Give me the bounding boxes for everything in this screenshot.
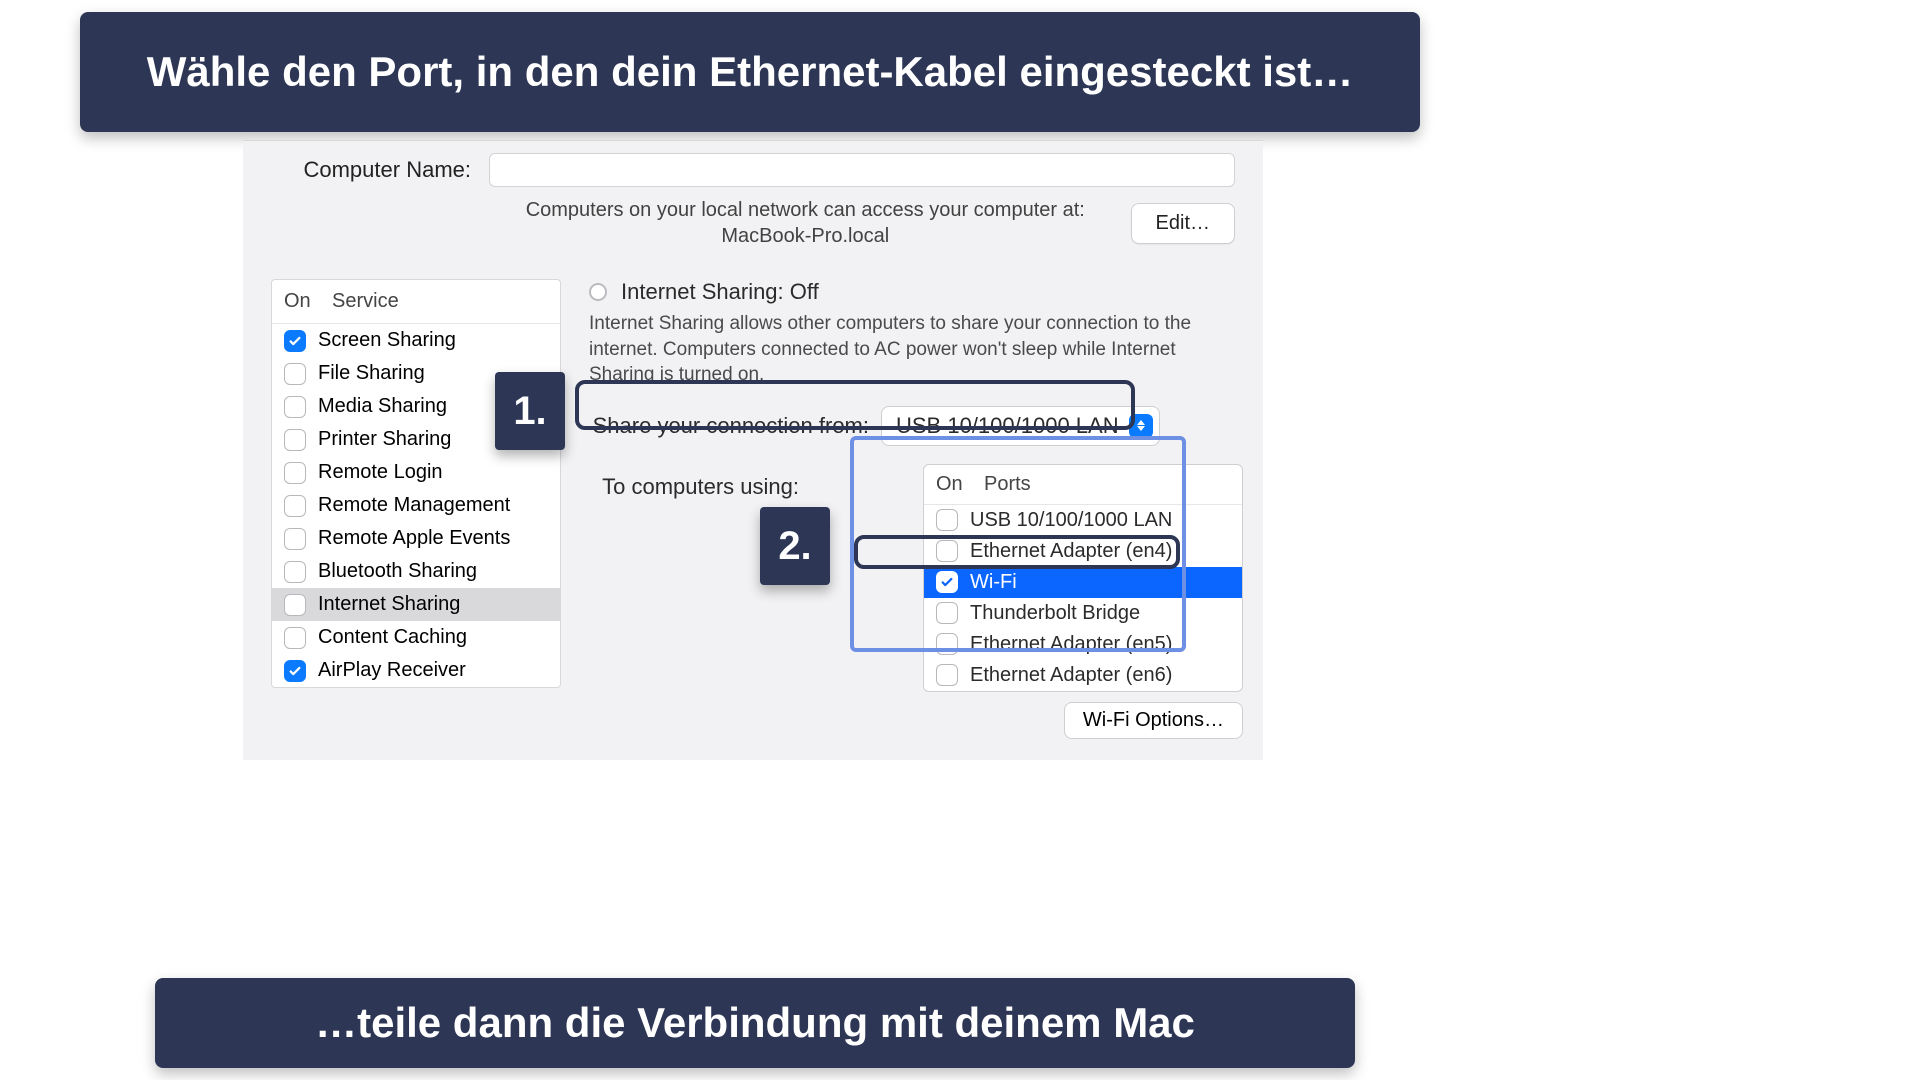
computer-name-field[interactable]	[489, 153, 1235, 187]
network-access-row: Computers on your local network can acce…	[243, 193, 1263, 269]
ports-list: On Ports USB 10/100/1000 LAN Ethernet Ada…	[923, 464, 1243, 692]
checkbox-icon[interactable]	[936, 633, 958, 655]
checkbox-icon[interactable]	[284, 363, 306, 385]
port-label: Thunderbolt Bridge	[970, 602, 1140, 625]
sharing-preferences-window: Computer Name: Computers on your local n…	[243, 140, 1263, 760]
service-row[interactable]: Internet Sharing	[272, 588, 560, 621]
detail-title-row: Internet Sharing: Off	[589, 279, 1243, 305]
service-label: Remote Management	[318, 494, 510, 517]
service-label: Remote Login	[318, 461, 443, 484]
service-label: Remote Apple Events	[318, 527, 510, 550]
detail-panel: Internet Sharing: Off Internet Sharing a…	[589, 279, 1243, 739]
port-row[interactable]: USB 10/100/1000 LAN	[924, 505, 1242, 536]
select-arrows-icon	[1129, 414, 1153, 438]
share-from-label: Share your connection from:	[589, 413, 869, 439]
service-row[interactable]: Remote Management	[272, 489, 560, 522]
share-from-select[interactable]: USB 10/100/1000 LAN	[881, 406, 1160, 446]
ports-list-header: On Ports	[924, 465, 1242, 505]
header-service: Service	[332, 290, 399, 313]
service-label: AirPlay Receiver	[318, 659, 466, 682]
checkbox-icon[interactable]	[284, 429, 306, 451]
port-label: Wi-Fi	[970, 571, 1017, 594]
annotation-bottom-text: …teile dann die Verbindung mit deinem Ma…	[315, 999, 1195, 1047]
checkbox-icon[interactable]	[936, 571, 958, 593]
port-label: Ethernet Adapter (en6)	[970, 664, 1172, 687]
checkbox-icon[interactable]	[284, 528, 306, 550]
service-label: Bluetooth Sharing	[318, 560, 477, 583]
edit-button[interactable]: Edit…	[1131, 203, 1235, 244]
annotation-top-text: Wähle den Port, in den dein Ethernet-Kab…	[147, 47, 1354, 97]
service-label: Media Sharing	[318, 395, 447, 418]
step-badge-1: 1.	[495, 372, 565, 450]
service-label: Internet Sharing	[318, 593, 460, 616]
ports-header-on: On	[936, 473, 984, 496]
checkbox-icon[interactable]	[284, 594, 306, 616]
service-label: Content Caching	[318, 626, 467, 649]
detail-description: Internet Sharing allows other computers …	[589, 311, 1243, 388]
port-label: USB 10/100/1000 LAN	[970, 509, 1172, 532]
checkbox-icon[interactable]	[284, 561, 306, 583]
header-on: On	[284, 290, 332, 313]
network-access-text: Computers on your local network can acce…	[496, 197, 1115, 249]
step1-text: 1.	[513, 389, 546, 434]
checkbox-icon[interactable]	[284, 396, 306, 418]
service-row[interactable]: Remote Apple Events	[272, 522, 560, 555]
checkbox-icon[interactable]	[284, 462, 306, 484]
service-label: Screen Sharing	[318, 329, 456, 352]
to-computers-row: To computers using: On Ports USB 10/100/…	[589, 464, 1243, 739]
checkbox-icon[interactable]	[284, 330, 306, 352]
share-from-row: Share your connection from: USB 10/100/1…	[589, 406, 1243, 446]
to-computers-label: To computers using:	[589, 464, 799, 500]
port-row[interactable]: Wi-Fi	[924, 567, 1242, 598]
service-label: File Sharing	[318, 362, 425, 385]
checkbox-icon[interactable]	[284, 660, 306, 682]
port-row[interactable]: Ethernet Adapter (en5)	[924, 629, 1242, 660]
service-label: Printer Sharing	[318, 428, 451, 451]
checkbox-icon[interactable]	[936, 540, 958, 562]
port-label: Ethernet Adapter (en4)	[970, 540, 1172, 563]
port-row[interactable]: Ethernet Adapter (en4)	[924, 536, 1242, 567]
annotation-bottom-banner: …teile dann die Verbindung mit deinem Ma…	[155, 978, 1355, 1068]
service-list-header: On Service	[272, 280, 560, 324]
checkbox-icon[interactable]	[936, 664, 958, 686]
checkbox-icon[interactable]	[936, 509, 958, 531]
service-list: On Service Screen Sharing File Sharing Med…	[271, 279, 561, 688]
port-label: Ethernet Adapter (en5)	[970, 633, 1172, 656]
content-split: On Service Screen Sharing File Sharing Med…	[243, 269, 1263, 739]
service-row[interactable]: Remote Login	[272, 456, 560, 489]
status-radio-icon	[589, 283, 607, 301]
checkbox-icon[interactable]	[284, 495, 306, 517]
checkbox-icon[interactable]	[284, 627, 306, 649]
port-row[interactable]: Thunderbolt Bridge	[924, 598, 1242, 629]
service-row[interactable]: AirPlay Receiver	[272, 654, 560, 687]
annotation-top-banner: Wähle den Port, in den dein Ethernet-Kab…	[80, 12, 1420, 132]
service-row[interactable]: Screen Sharing	[272, 324, 560, 357]
port-row[interactable]: Ethernet Adapter (en6)	[924, 660, 1242, 691]
step-badge-2: 2.	[760, 507, 830, 585]
service-row[interactable]: Bluetooth Sharing	[272, 555, 560, 588]
checkbox-icon[interactable]	[936, 602, 958, 624]
computer-name-row: Computer Name:	[243, 141, 1263, 193]
computer-name-label: Computer Name:	[271, 157, 471, 183]
ports-header-ports: Ports	[984, 473, 1031, 496]
wifi-options-button[interactable]: Wi-Fi Options…	[1064, 702, 1243, 739]
step2-text: 2.	[778, 524, 811, 569]
share-from-value: USB 10/100/1000 LAN	[896, 413, 1119, 438]
service-row[interactable]: Content Caching	[272, 621, 560, 654]
detail-title: Internet Sharing: Off	[621, 279, 819, 305]
